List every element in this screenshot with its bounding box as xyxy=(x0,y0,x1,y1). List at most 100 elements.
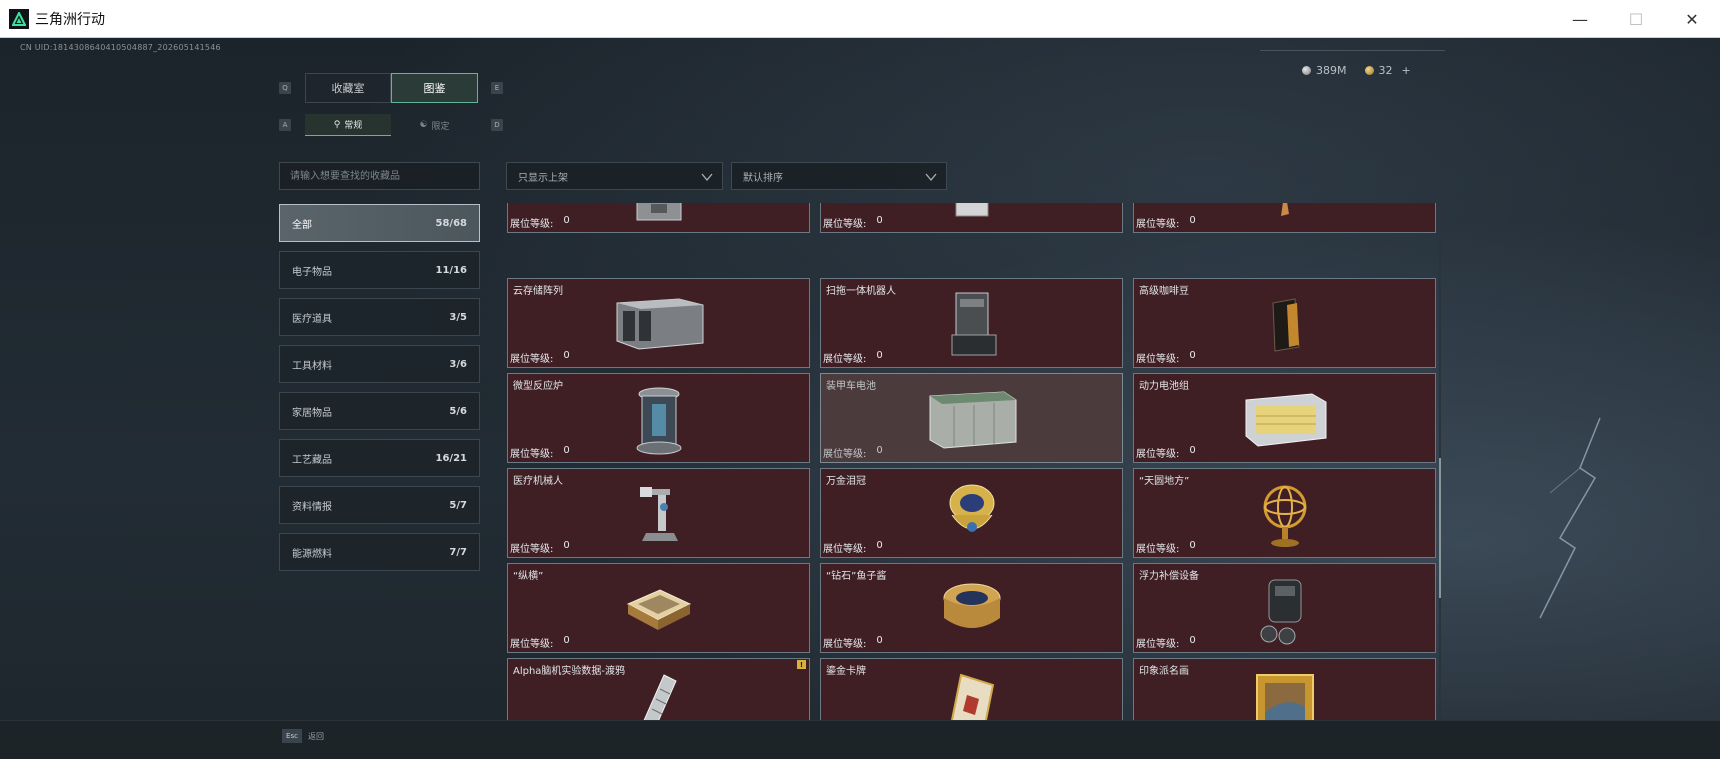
item-name: 微型反应炉 xyxy=(513,381,563,392)
printer-icon xyxy=(955,203,988,217)
level-label: 展位等级: xyxy=(1136,219,1180,230)
collection-card[interactable]: 云存储阵列 展位等级: 0 xyxy=(507,278,810,368)
collection-card[interactable]: 浮力补偿设备 展位等级: 0 xyxy=(1133,563,1436,653)
shelf-filter-dropdown[interactable]: 只显示上架 xyxy=(506,162,723,190)
maximize-button[interactable]: ☐ xyxy=(1608,0,1664,38)
delta-force-logo-icon xyxy=(9,8,29,29)
gold-coin-icon xyxy=(1364,66,1374,75)
silver-currency: 389M xyxy=(1302,64,1347,77)
level-label: 展位等级: xyxy=(823,449,867,460)
category-intel[interactable]: 资料情报 5/7 xyxy=(279,486,480,524)
collection-card[interactable]: 万金泪冠 展位等级: 0 xyxy=(820,468,1123,558)
level-value: 0 xyxy=(1189,350,1196,361)
collection-card[interactable]: 动力电池组 展位等级: 0 xyxy=(1133,373,1436,463)
category-medical[interactable]: 医疗道具 3/5 xyxy=(279,298,480,336)
level-value: 0 xyxy=(1189,445,1196,456)
category-count: 16/21 xyxy=(435,452,467,464)
subtab-regular[interactable]: ⚲ 常规 xyxy=(305,114,391,136)
key-hint-d: D xyxy=(491,119,503,131)
new-badge: ! xyxy=(797,660,806,669)
collection-card[interactable]: 高级咖啡豆 展位等级: 0 xyxy=(1133,278,1436,368)
level-value: 0 xyxy=(876,350,883,361)
sort-value: 默认排序 xyxy=(743,172,783,184)
item-name: “纵横” xyxy=(513,571,544,582)
storage-array-icon xyxy=(616,298,703,350)
collection-card[interactable]: 展位等级: 0 xyxy=(1133,203,1436,233)
collection-card[interactable]: “钻石”鱼子酱 展位等级: 0 xyxy=(820,563,1123,653)
header-divider xyxy=(1260,50,1445,51)
medical-robot-icon xyxy=(639,487,678,541)
collection-card[interactable]: 微型反应炉 展位等级: 0 xyxy=(507,373,810,463)
mop-robot-icon xyxy=(951,292,996,356)
category-crafts[interactable]: 工艺藏品 16/21 xyxy=(279,439,480,477)
add-currency-button[interactable]: + xyxy=(1402,64,1411,77)
category-label: 全部 xyxy=(292,219,312,231)
collection-grid: 展位等级: 0 展位等级: 0 展位等级: 0 云存储阵列 展位等级: 0 扫拖一体机器… xyxy=(507,203,1437,731)
item-name: 扫拖一体机器人 xyxy=(826,286,896,297)
subtab-limited[interactable]: ☯ 限定 xyxy=(391,114,478,136)
item-name: 医疗机械人 xyxy=(513,476,563,487)
tab-codex[interactable]: 图鉴 xyxy=(391,73,478,103)
category-tools[interactable]: 工具材料 3/6 xyxy=(279,345,480,383)
item-name: 装甲车电池 xyxy=(826,381,876,392)
back-button[interactable]: Esc 返回 xyxy=(282,729,324,743)
item-name: 云存储阵列 xyxy=(513,286,563,297)
level-value: 0 xyxy=(563,350,570,361)
collection-card[interactable]: 展位等级: 0 xyxy=(820,203,1123,233)
level-label: 展位等级: xyxy=(1136,354,1180,365)
minimize-button[interactable]: — xyxy=(1552,0,1608,38)
key-hint-e: E xyxy=(491,82,503,94)
level-value: 0 xyxy=(563,445,570,456)
collection-card[interactable]: “天圆地方” 展位等级: 0 xyxy=(1133,468,1436,558)
item-name: “钻石”鱼子酱 xyxy=(826,571,887,582)
storm-lightning-decoration xyxy=(1539,417,1601,619)
level-value: 0 xyxy=(1189,540,1196,551)
close-button[interactable]: ✕ xyxy=(1664,0,1720,38)
level-value: 0 xyxy=(876,635,883,646)
category-count: 3/6 xyxy=(449,358,467,370)
category-count: 5/6 xyxy=(449,405,467,417)
collection-card[interactable]: 扫拖一体机器人 展位等级: 0 xyxy=(820,278,1123,368)
level-value: 0 xyxy=(876,215,883,226)
item-name: “天圆地方” xyxy=(1139,476,1190,487)
category-label: 家居物品 xyxy=(292,407,332,419)
level-value: 0 xyxy=(563,215,570,226)
item-name: 万金泪冠 xyxy=(826,476,866,487)
level-label: 展位等级: xyxy=(510,639,554,650)
gold-amount: 32 xyxy=(1378,64,1393,77)
collection-card[interactable]: 展位等级: 0 xyxy=(507,203,810,233)
category-label: 电子物品 xyxy=(292,266,332,278)
shelf-filter-value: 只显示上架 xyxy=(518,172,568,184)
collection-card[interactable]: “纵横” 展位等级: 0 xyxy=(507,563,810,653)
window-title: 三角洲行动 xyxy=(35,11,105,28)
category-electronics[interactable]: 电子物品 11/16 xyxy=(279,251,480,289)
level-label: 展位等级: xyxy=(823,544,867,555)
item-name: 印象派名画 xyxy=(1139,666,1189,677)
currency-display: 389M 32 + xyxy=(1302,64,1411,77)
level-label: 展位等级: xyxy=(823,639,867,650)
level-label: 展位等级: xyxy=(823,354,867,365)
reactor-icon xyxy=(636,387,681,455)
category-all[interactable]: 全部 58/68 xyxy=(279,204,480,242)
item-name: 高级咖啡豆 xyxy=(1139,286,1189,297)
safe-box-icon xyxy=(636,203,681,221)
search-input[interactable] xyxy=(279,162,480,190)
level-value: 0 xyxy=(1189,215,1196,226)
category-label: 工具材料 xyxy=(292,360,332,372)
category-count: 58/68 xyxy=(435,217,467,229)
collection-card[interactable]: 医疗机械人 展位等级: 0 xyxy=(507,468,810,558)
regular-icon: ⚲ xyxy=(333,119,341,130)
category-count: 3/5 xyxy=(449,311,467,323)
level-label: 展位等级: xyxy=(510,449,554,460)
category-energy[interactable]: 能源燃料 7/7 xyxy=(279,533,480,571)
tab-collection-room[interactable]: 收藏室 xyxy=(305,73,391,103)
jeweled-egg-icon xyxy=(949,484,994,532)
category-label: 医疗道具 xyxy=(292,313,332,325)
window-titlebar: 三角洲行动 — ☐ ✕ xyxy=(0,0,1720,38)
category-household[interactable]: 家居物品 5/6 xyxy=(279,392,480,430)
collection-card-selected[interactable]: 装甲车电池 展位等级: 0 xyxy=(820,373,1123,463)
category-count: 5/7 xyxy=(449,499,467,511)
chevron-down-icon xyxy=(701,173,713,182)
limited-icon: ☯ xyxy=(419,120,428,130)
sort-dropdown[interactable]: 默认排序 xyxy=(731,162,947,190)
